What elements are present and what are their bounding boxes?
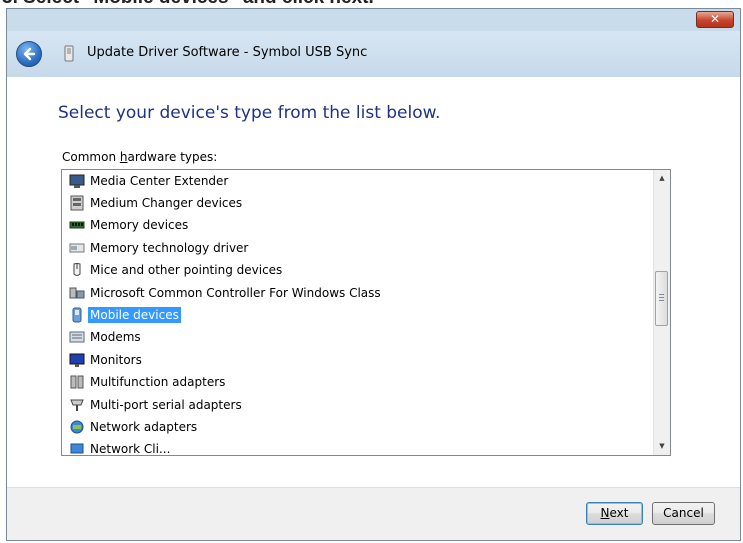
list-item-label: Network Cli... (90, 442, 171, 455)
list-item[interactable]: Microsoft Common Controller For Windows … (69, 283, 383, 302)
usb-device-icon (64, 45, 74, 62)
list-item[interactable]: Monitors (69, 350, 144, 369)
dialog-header: Update Driver Software - Symbol USB Sync (7, 31, 740, 77)
dialog-footer: Next Cancel (7, 487, 740, 540)
list-item-label: Microsoft Common Controller For Windows … (90, 285, 381, 300)
multifunction-icon (70, 375, 84, 389)
list-item[interactable]: Multifunction adapters (69, 373, 227, 392)
serial-port-icon (70, 399, 84, 411)
controller-icon (69, 287, 85, 298)
list-item-label: Memory technology driver (90, 240, 249, 255)
memory-icon (69, 221, 85, 229)
modem-icon (69, 331, 85, 343)
dialog-content: Select your device's type from the list … (7, 77, 740, 487)
window-title: Update Driver Software - Symbol USB Sync (87, 45, 368, 60)
list-item[interactable]: Network adapters (69, 417, 199, 436)
list-item-label: Network adapters (90, 419, 198, 434)
list-item[interactable]: Media Center Extender (69, 171, 230, 190)
list-item-label: Modems (90, 330, 141, 345)
monitor-icon (69, 353, 85, 367)
hardware-types-label: Common hardware types: (62, 150, 218, 164)
list-item-label: Multi-port serial adapters (90, 397, 242, 412)
scroll-down-arrow-icon[interactable]: ▼ (654, 438, 670, 455)
instruction-caption-text: 3. Select "Mobile devices" and click nex… (2, 0, 374, 8)
close-button[interactable]: ✕ (696, 11, 734, 28)
list-item-label: Mice and other pointing devices (90, 263, 283, 278)
page-heading: Select your device's type from the list … (58, 103, 441, 123)
back-arrow-icon[interactable] (16, 41, 42, 67)
list-item[interactable]: Network Cli... (69, 440, 172, 455)
list-item-label: Mobile devices (88, 306, 181, 323)
network-adapter-icon (70, 420, 84, 434)
list-item-label: Monitors (90, 352, 142, 367)
list-item[interactable]: Memory technology driver (69, 238, 250, 257)
mouse-icon (73, 263, 81, 277)
list-item[interactable]: Memory devices (69, 216, 190, 235)
title-bar: ✕ (7, 9, 740, 31)
listbox-scrollbar[interactable]: ▲ ▼ (653, 170, 670, 455)
scroll-thumb[interactable] (655, 271, 668, 326)
list-item[interactable]: Multi-port serial adapters (69, 395, 244, 414)
update-driver-dialog: ✕ Update Driver Software - Symbol USB Sy… (6, 8, 741, 541)
network-client-icon (70, 443, 84, 454)
memory-technology-icon (69, 243, 85, 253)
hardware-types-items: Media Center Extender Medium Changer devi… (62, 170, 653, 455)
list-item-label: Memory devices (90, 218, 189, 233)
list-item[interactable]: Medium Changer devices (69, 193, 244, 212)
next-button[interactable]: Next (586, 502, 643, 525)
media-center-icon (69, 174, 85, 188)
list-item[interactable]: Modems (69, 328, 143, 347)
scroll-up-arrow-icon[interactable]: ▲ (654, 170, 670, 187)
medium-changer-icon (70, 195, 84, 211)
instruction-caption: 3. Select "Mobile devices" and click nex… (0, 0, 743, 8)
list-item-label: Medium Changer devices (90, 195, 243, 210)
list-item-label: Multifunction adapters (90, 375, 226, 390)
mobile-device-icon (72, 307, 82, 323)
list-item[interactable]: Mobile devices (69, 305, 181, 324)
hardware-types-listbox[interactable]: Media Center Extender Medium Changer devi… (61, 169, 671, 456)
cancel-button[interactable]: Cancel (652, 502, 715, 525)
list-item-label: Media Center Extender (90, 173, 229, 188)
list-item[interactable]: Mice and other pointing devices (69, 261, 284, 280)
